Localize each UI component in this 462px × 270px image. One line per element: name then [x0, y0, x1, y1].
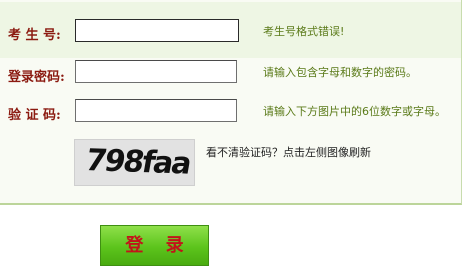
captcha-text: 798faa — [82, 143, 193, 182]
candidate-no-label: 考 生 号: — [8, 28, 61, 43]
candidate-no-input[interactable] — [75, 19, 239, 42]
password-input[interactable] — [75, 60, 237, 83]
password-label: 登录密码: — [8, 70, 65, 85]
verify-code-hint: 请输入下方图片中的6位数字或字母。 — [263, 105, 446, 118]
login-button[interactable]: 登 录 — [100, 225, 209, 266]
verify-code-input[interactable] — [75, 99, 237, 122]
password-hint: 请输入包含字母和数字的密码。 — [263, 66, 417, 79]
captcha-image[interactable]: 798faa — [74, 139, 195, 186]
verify-code-label: 验 证 码: — [8, 108, 61, 123]
login-form-panel: 考 生 号: 考生号格式错误! 登录密码: 请输入包含字母和数字的密码。 验 证… — [0, 0, 462, 205]
candidate-no-error: 考生号格式错误! — [263, 25, 345, 38]
captcha-refresh-text[interactable]: 看不清验证码？点击左侧图像刷新 — [206, 144, 371, 160]
